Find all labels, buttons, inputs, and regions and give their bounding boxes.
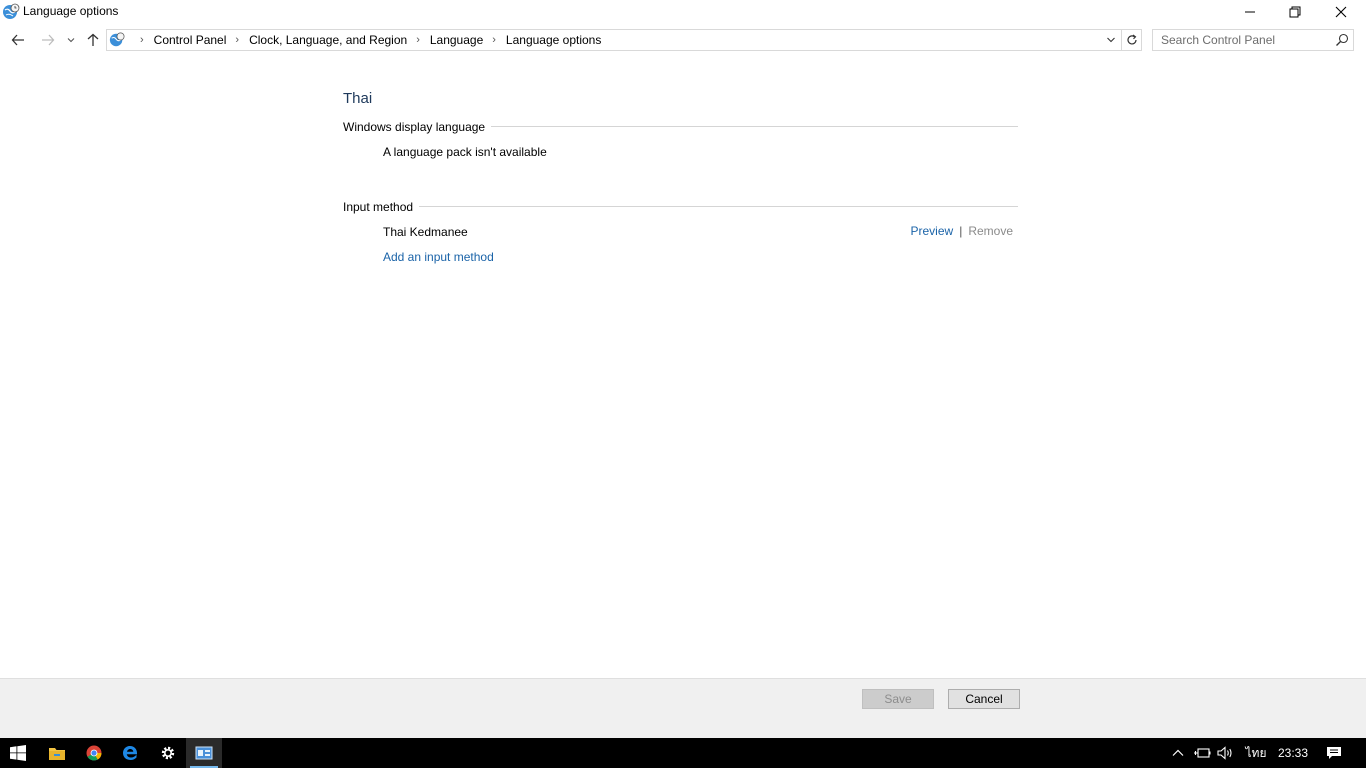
window-title: Language options <box>23 4 119 18</box>
power-tray-button[interactable] <box>1191 738 1213 768</box>
action-center-button[interactable] <box>1318 738 1350 768</box>
settings-taskbar-button[interactable] <box>150 738 186 768</box>
minimize-button[interactable] <box>1227 0 1273 24</box>
search-box[interactable] <box>1152 29 1354 51</box>
display-language-section-label: Windows display language <box>343 120 492 134</box>
remove-link: Remove <box>968 224 1013 238</box>
breadcrumb-separator: › <box>140 34 144 46</box>
breadcrumb-separator: › <box>235 34 240 46</box>
start-button[interactable] <box>0 738 36 768</box>
battery-plug-icon <box>1194 748 1211 758</box>
breadcrumb: › Control Panel › Clock, Language, and R… <box>109 30 601 50</box>
input-language-indicator[interactable]: ไทย <box>1240 738 1272 768</box>
globe-clock-icon <box>2 3 20 21</box>
refresh-icon <box>1126 34 1137 45</box>
language-pack-status: A language pack isn't available <box>383 145 547 159</box>
address-history-dropdown[interactable] <box>1101 30 1121 50</box>
control-panel-taskbar-button[interactable] <box>186 738 222 768</box>
dialog-footer: Save Cancel <box>0 678 1366 739</box>
search-icon[interactable] <box>1335 33 1349 47</box>
forward-button[interactable] <box>38 30 58 50</box>
page-title: Thai <box>343 90 373 107</box>
taskbar: ไทย 23:33 <box>0 738 1366 768</box>
input-method-section-label: Input method <box>343 200 420 214</box>
back-button[interactable] <box>8 30 28 50</box>
chrome-icon <box>86 745 102 761</box>
speaker-icon <box>1217 746 1232 760</box>
chevron-down-icon <box>67 38 75 43</box>
up-arrow-icon <box>87 33 99 46</box>
up-button[interactable] <box>83 30 103 50</box>
input-method-actions: Preview | Remove <box>911 224 1014 238</box>
refresh-button[interactable] <box>1121 29 1142 51</box>
file-explorer-icon <box>49 748 65 760</box>
close-button[interactable] <box>1318 0 1364 24</box>
input-method-name: Thai Kedmanee <box>383 225 468 239</box>
file-explorer-taskbar-button[interactable] <box>39 738 75 768</box>
section-divider <box>343 206 1018 207</box>
save-button[interactable]: Save <box>862 689 934 709</box>
restore-button[interactable] <box>1272 0 1318 24</box>
search-input[interactable] <box>1153 30 1337 50</box>
address-location-icon <box>109 32 125 48</box>
start-icon <box>10 745 26 761</box>
chevron-down-icon <box>1107 37 1115 43</box>
preview-link[interactable]: Preview <box>911 224 954 238</box>
link-separator: | <box>959 224 963 238</box>
cancel-button[interactable]: Cancel <box>948 689 1020 709</box>
chevron-up-icon <box>1172 749 1184 756</box>
breadcrumb-separator: › <box>416 34 420 46</box>
edge-taskbar-button[interactable] <box>112 738 148 768</box>
back-arrow-icon <box>11 34 24 46</box>
title-bar: Language options <box>0 0 1366 24</box>
edge-icon <box>123 746 137 760</box>
control-panel-icon <box>195 746 213 760</box>
breadcrumb-separator: › <box>492 34 496 46</box>
breadcrumb-clock-language-region[interactable]: Clock, Language, and Region <box>249 33 407 47</box>
address-bar[interactable]: › Control Panel › Clock, Language, and R… <box>106 29 1122 51</box>
recent-locations-button[interactable] <box>62 30 80 50</box>
breadcrumb-language-options[interactable]: Language options <box>506 33 601 47</box>
add-input-method-link[interactable]: Add an input method <box>383 250 494 264</box>
chrome-taskbar-button[interactable] <box>76 738 112 768</box>
navigation-bar: › Control Panel › Clock, Language, and R… <box>0 28 1366 52</box>
volume-tray-button[interactable] <box>1214 738 1238 768</box>
forward-arrow-icon <box>42 34 55 46</box>
settings-icon <box>161 746 175 760</box>
show-hidden-icons-button[interactable] <box>1168 738 1188 768</box>
breadcrumb-control-panel[interactable]: Control Panel <box>154 33 227 47</box>
clock[interactable]: 23:33 <box>1272 738 1314 768</box>
notification-icon <box>1327 747 1341 759</box>
breadcrumb-language[interactable]: Language <box>430 33 483 47</box>
